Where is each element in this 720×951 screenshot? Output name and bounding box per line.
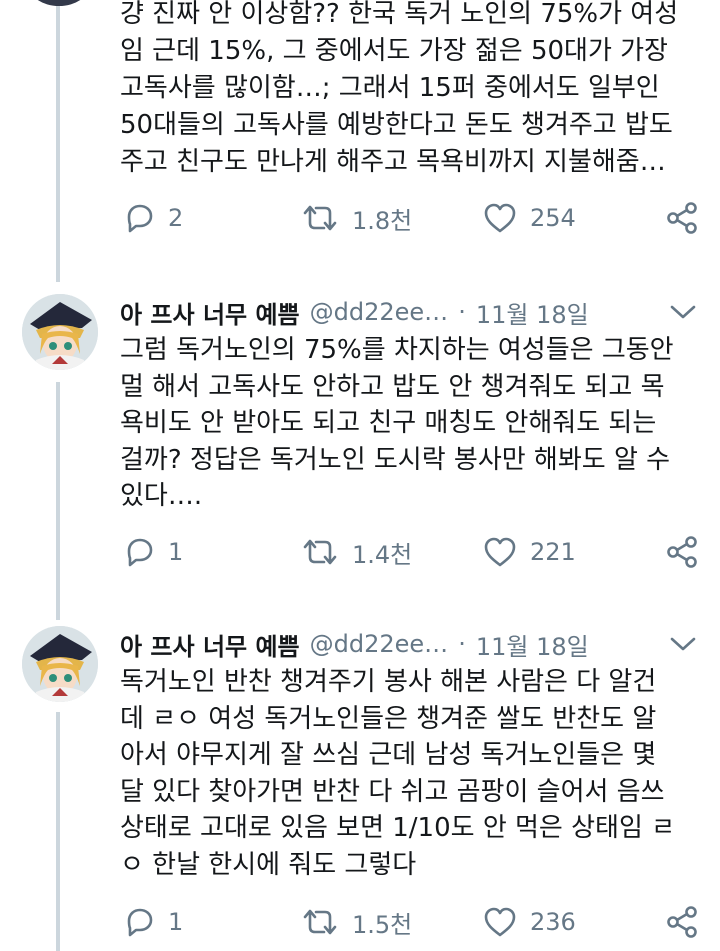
like-count: 254: [530, 204, 576, 232]
display-name[interactable]: 아 프사 너무 예쁨: [120, 295, 300, 330]
tweet-text: 걍 진짜 안 이상함?? 한국 독거 노인의 75%가 여성 임 근데 15%,…: [120, 0, 679, 177]
heart-icon: [482, 905, 518, 939]
avatar[interactable]: [22, 294, 98, 370]
reply-count: 1: [168, 538, 184, 566]
reply-icon: [122, 201, 156, 235]
tweet-actions: 1 1.4천 221: [0, 532, 720, 572]
like-button[interactable]: 254: [482, 198, 576, 238]
share-button[interactable]: [664, 904, 700, 944]
tweet-actions: 1 1.5천 236: [0, 902, 720, 942]
avatar[interactable]: [22, 626, 98, 702]
reply-count: 2: [168, 204, 184, 232]
like-button[interactable]: 236: [482, 902, 576, 942]
share-button[interactable]: [664, 534, 700, 574]
reply-button[interactable]: 1: [122, 532, 183, 572]
separator-dot: ·: [458, 298, 466, 326]
reply-button[interactable]: 2: [122, 198, 183, 238]
share-icon: [664, 202, 700, 240]
retweet-button[interactable]: 1.5천: [300, 902, 412, 942]
like-count: 221: [530, 538, 576, 566]
share-icon: [664, 536, 700, 574]
avatar[interactable]: [28, 0, 90, 6]
tweet[interactable]: 아 프사 너무 예쁨 @dd22ee… · 11월 18일 그럼 독거노인의 7…: [0, 294, 720, 604]
tweet-text: 그럼 독거노인의 75%를 차지하는 여성들은 그동안 멀 해서 고독사도 안하…: [120, 335, 674, 511]
tweet-header: 아 프사 너무 예쁨 @dd22ee… · 11월 18일: [120, 294, 589, 330]
retweet-count: 1.8천: [352, 206, 413, 235]
share-button[interactable]: [664, 200, 700, 240]
tweet-partial[interactable]: 걍 진짜 안 이상함?? 한국 독거 노인의 75%가 여성 임 근데 15%,…: [0, 0, 720, 260]
tweet-date[interactable]: 11월 18일: [476, 627, 589, 662]
retweet-icon: [300, 535, 340, 569]
chevron-down-icon[interactable]: [668, 298, 698, 326]
user-handle[interactable]: @dd22ee…: [310, 630, 449, 658]
retweet-button[interactable]: 1.4천: [300, 532, 412, 572]
retweet-count: 1.4천: [352, 540, 413, 569]
heart-icon: [482, 201, 518, 235]
like-count: 236: [530, 908, 576, 936]
retweet-button[interactable]: 1.8천: [300, 198, 412, 238]
tweet-actions: 2 1.8천 254: [0, 198, 720, 238]
like-button[interactable]: 221: [482, 532, 576, 572]
separator-dot: ·: [458, 630, 466, 658]
reply-icon: [122, 905, 156, 939]
reply-button[interactable]: 1: [122, 902, 183, 942]
display-name[interactable]: 아 프사 너무 예쁨: [120, 627, 300, 662]
retweet-count: 1.5천: [352, 910, 413, 939]
share-icon: [664, 906, 700, 944]
tweet[interactable]: 아 프사 너무 예쁨 @dd22ee… · 11월 18일 독거노인 반찬 챙겨…: [0, 626, 720, 951]
reply-icon: [122, 535, 156, 569]
tweet-header: 아 프사 너무 예쁨 @dd22ee… · 11월 18일: [120, 626, 589, 662]
chevron-down-icon[interactable]: [668, 630, 698, 658]
heart-icon: [482, 535, 518, 569]
tweet-text: 독거노인 반찬 챙겨주기 봉사 해본 사람은 다 알건 데 ㄹㅇ 여성 독거노인…: [120, 667, 676, 880]
retweet-icon: [300, 201, 340, 235]
retweet-icon: [300, 905, 340, 939]
user-handle[interactable]: @dd22ee…: [310, 298, 449, 326]
tweet-date[interactable]: 11월 18일: [476, 295, 589, 330]
reply-count: 1: [168, 908, 184, 936]
